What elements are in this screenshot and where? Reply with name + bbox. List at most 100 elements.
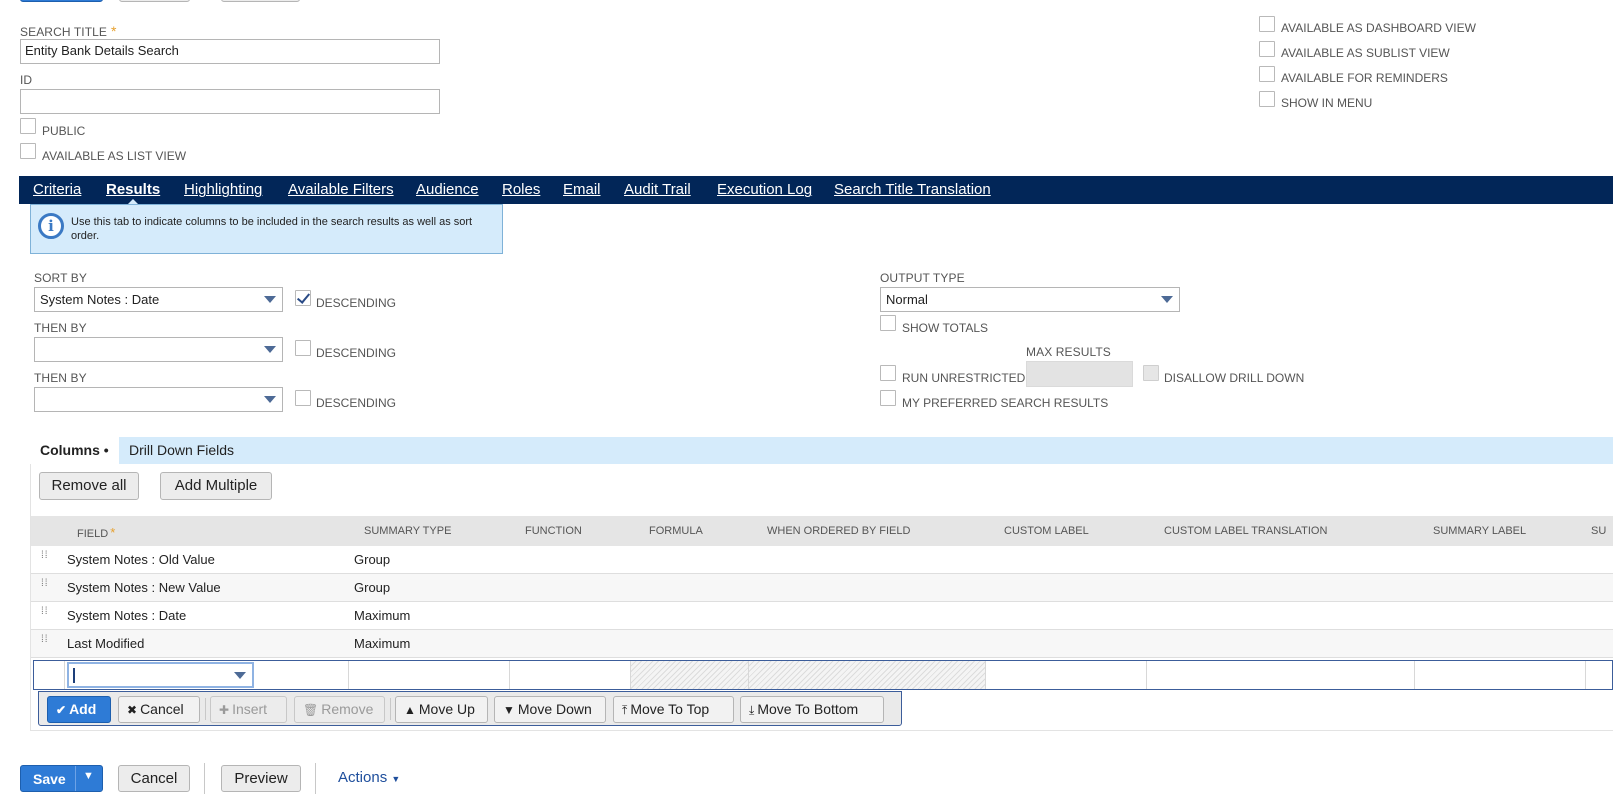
- then-by-label-2: THEN BY: [34, 371, 87, 385]
- reminders-checkbox[interactable]: [1259, 66, 1275, 82]
- header-field: FIELD *: [77, 525, 116, 540]
- tab-roles[interactable]: Roles: [502, 176, 540, 204]
- arrow-down-icon: ▼: [503, 703, 515, 717]
- reminders-label: AVAILABLE FOR REMINDERS: [1281, 71, 1448, 85]
- tab-results[interactable]: Results: [106, 176, 160, 205]
- tab-available-filters[interactable]: Available Filters: [288, 176, 394, 204]
- edit-col-custom-label-translation[interactable]: [1147, 661, 1415, 689]
- show-in-menu-label: SHOW IN MENU: [1281, 96, 1373, 110]
- preview-button[interactable]: Preview: [221, 765, 301, 792]
- caret-down-icon: ▼: [391, 774, 401, 784]
- move-to-bottom-button[interactable]: ⤓ Move To Bottom: [740, 696, 884, 723]
- row-field: System Notes : Old Value: [67, 552, 215, 567]
- tab-execution-log[interactable]: Execution Log: [717, 176, 812, 204]
- sublist-view-checkbox[interactable]: [1259, 41, 1275, 57]
- add-button-label: Add: [69, 701, 97, 717]
- run-unrestricted-checkbox[interactable]: [880, 365, 896, 381]
- dashboard-view-checkbox[interactable]: [1259, 16, 1275, 32]
- then-by-descending-label-2: DESCENDING: [316, 396, 397, 410]
- arrow-up-icon: ▲: [404, 703, 416, 717]
- info-text: Use this tab to indicate columns to be i…: [71, 216, 473, 242]
- top-button-partial[interactable]: [119, 0, 190, 2]
- main-tab-bar: Criteria Results Highlighting Available …: [19, 176, 1613, 205]
- tab-email[interactable]: Email: [563, 176, 601, 204]
- sort-by-select[interactable]: System Notes : Date: [34, 287, 283, 312]
- move-up-label: Move Up: [418, 701, 475, 717]
- tab-audience[interactable]: Audience: [416, 176, 479, 204]
- row-field: System Notes : Date: [67, 608, 187, 623]
- sort-by-value: System Notes : Date: [40, 292, 160, 307]
- drag-handle-icon[interactable]: ⁞⁞: [41, 635, 49, 650]
- header-custom-label-translation: CUSTOM LABEL TRANSLATION: [1164, 525, 1328, 537]
- tab-criteria[interactable]: Criteria: [33, 176, 81, 204]
- top-button-partial[interactable]: [20, 0, 103, 2]
- row-field: Last Modified: [67, 636, 145, 651]
- table-row[interactable]: ⁞⁞ System Notes : Date Maximum: [31, 602, 1613, 630]
- header-custom-label: CUSTOM LABEL: [1004, 525, 1089, 537]
- add-button[interactable]: ✔ Add: [47, 696, 111, 723]
- sort-by-label: SORT BY: [34, 271, 87, 285]
- move-down-button[interactable]: ▼ Move Down: [494, 696, 606, 723]
- search-title-input[interactable]: Entity Bank Details Search: [20, 39, 440, 64]
- add-multiple-button[interactable]: Add Multiple: [160, 472, 272, 500]
- id-input[interactable]: [20, 89, 440, 114]
- arrow-to-bottom-icon: ⤓: [749, 703, 755, 717]
- then-by-select-2[interactable]: [34, 387, 283, 412]
- move-to-top-button[interactable]: ⤒ Move To Top: [613, 696, 734, 723]
- toolbar-divider: [390, 698, 391, 720]
- tab-drill-down-fields[interactable]: Drill Down Fields: [129, 437, 234, 464]
- table-row[interactable]: ⁞⁞ System Notes : Old Value Group: [31, 546, 1613, 574]
- disallow-drill-down-checkbox: [1143, 365, 1159, 381]
- save-button[interactable]: Save ▼: [20, 765, 103, 792]
- sort-descending-checkbox[interactable]: [295, 290, 311, 306]
- cancel-button[interactable]: Cancel: [118, 765, 190, 792]
- drag-handle-icon[interactable]: ⁞⁞: [41, 607, 49, 622]
- edit-col-custom-label[interactable]: [986, 661, 1147, 689]
- list-view-checkbox[interactable]: [20, 143, 36, 159]
- chevron-down-icon: [264, 296, 276, 303]
- move-up-button[interactable]: ▲ Move Up: [395, 696, 488, 723]
- toolbar-divider: [205, 698, 206, 720]
- preferred-results-checkbox[interactable]: [880, 390, 896, 406]
- edit-col-function[interactable]: [510, 661, 631, 689]
- row-summary: Maximum: [354, 608, 411, 623]
- max-results-input: [1026, 361, 1133, 387]
- edit-col-summary-label[interactable]: [1415, 661, 1586, 689]
- show-in-menu-checkbox[interactable]: [1259, 91, 1275, 107]
- cancel-row-button[interactable]: ✖ Cancel: [118, 696, 200, 723]
- search-title-label: SEARCH TITLE *: [20, 23, 117, 39]
- tab-columns[interactable]: Columns •: [30, 437, 119, 464]
- sort-descending-label: DESCENDING: [316, 296, 397, 310]
- info-message: i Use this tab to indicate columns to be…: [30, 204, 503, 254]
- row-field: System Notes : New Value: [67, 580, 221, 595]
- preferred-results-label: MY PREFERRED SEARCH RESULTS: [902, 396, 1109, 410]
- public-checkbox[interactable]: [20, 118, 36, 134]
- header-summary-label: SUMMARY LABEL: [1433, 525, 1527, 537]
- table-row[interactable]: ⁞⁞ Last Modified Maximum: [31, 630, 1613, 658]
- sublist-view-label: AVAILABLE AS SUBLIST VIEW: [1281, 46, 1450, 60]
- output-type-select[interactable]: Normal: [880, 287, 1180, 312]
- remove-all-button[interactable]: Remove all: [39, 472, 139, 500]
- top-button-partial[interactable]: [221, 0, 300, 2]
- row-summary: Maximum: [354, 636, 411, 651]
- remove-label: Remove: [321, 701, 374, 717]
- tab-audit-trail[interactable]: Audit Trail: [624, 176, 691, 204]
- then-by-label-1: THEN BY: [34, 321, 87, 335]
- show-totals-checkbox[interactable]: [880, 315, 896, 331]
- actions-menu[interactable]: Actions ▼: [338, 769, 400, 786]
- drag-handle-icon[interactable]: ⁞⁞: [41, 551, 49, 566]
- edit-col-summary[interactable]: [349, 661, 510, 689]
- then-by-descending-checkbox-2[interactable]: [295, 390, 311, 406]
- tab-highlighting[interactable]: Highlighting: [184, 176, 262, 204]
- header-when-ordered: WHEN ORDERED BY FIELD: [767, 525, 911, 537]
- max-results-label: MAX RESULTS: [1026, 345, 1111, 359]
- run-unrestricted-label: RUN UNRESTRICTED: [902, 371, 1026, 385]
- then-by-descending-checkbox-1[interactable]: [295, 340, 311, 356]
- drag-handle-icon[interactable]: ⁞⁞: [41, 579, 49, 594]
- save-dropdown-icon[interactable]: ▼: [83, 770, 94, 782]
- output-type-value: Normal: [886, 292, 928, 307]
- save-divider: [75, 766, 76, 791]
- then-by-select-1[interactable]: [34, 337, 283, 362]
- tab-search-title-translation[interactable]: Search Title Translation: [834, 176, 991, 204]
- table-row[interactable]: ⁞⁞ System Notes : New Value Group: [31, 574, 1613, 602]
